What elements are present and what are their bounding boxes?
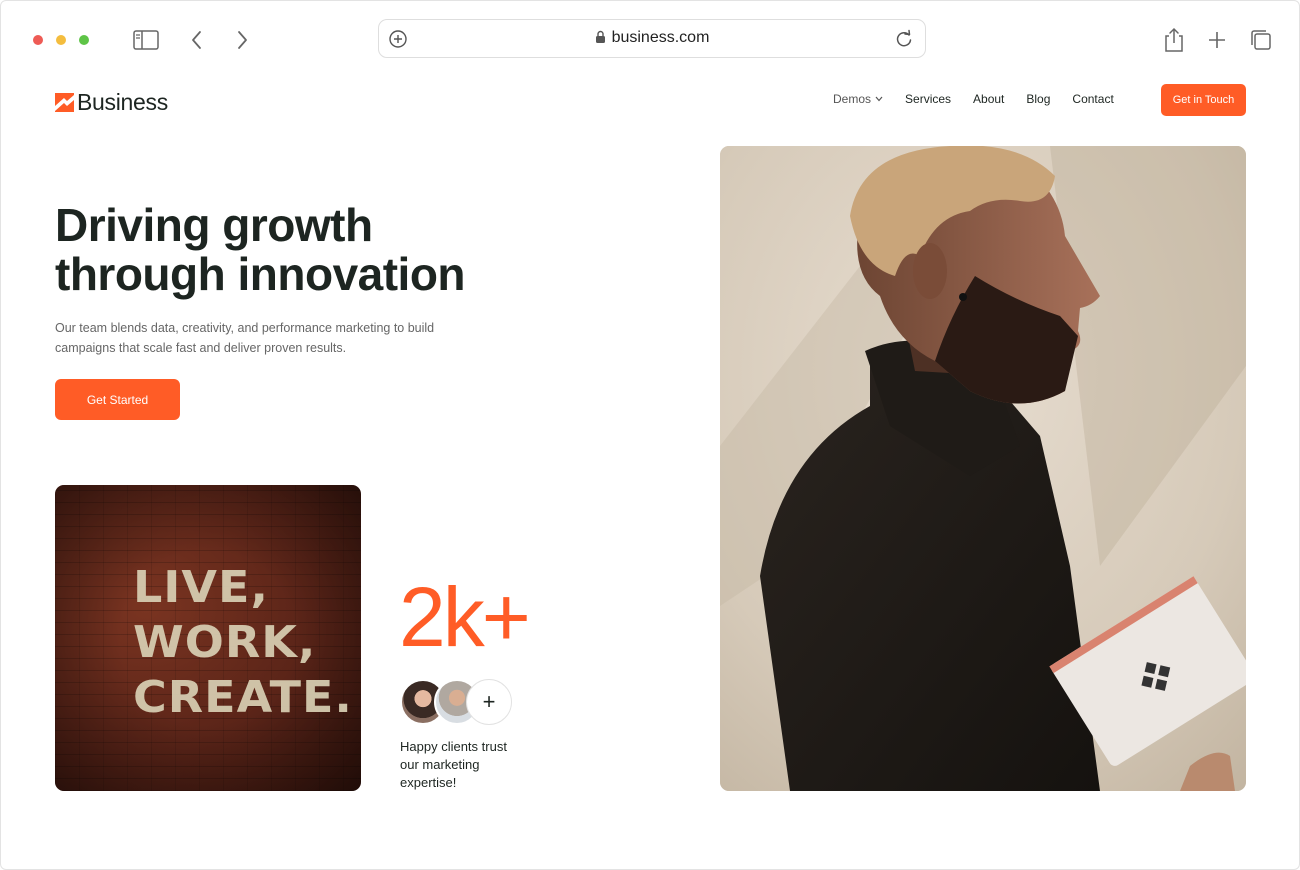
url-display: business.com — [379, 29, 925, 49]
portrait-illustration — [720, 146, 1246, 791]
logo-icon — [55, 92, 74, 112]
nav-item-services[interactable]: Services — [905, 92, 951, 106]
sidebar-icon[interactable] — [131, 25, 161, 55]
tabs-overview-icon[interactable] — [1246, 25, 1276, 55]
stencil-text-line1: LIVE, — [133, 561, 269, 613]
hero-subtitle-line2: campaigns that scale fast and deliver pr… — [55, 341, 347, 355]
clients-caption-line3: expertise! — [400, 775, 457, 790]
hero-title-line1: Driving growth — [55, 199, 373, 251]
get-started-button[interactable]: Get Started — [55, 379, 180, 420]
new-tab-icon[interactable] — [1202, 25, 1232, 55]
hero-portrait-image — [720, 146, 1246, 791]
clients-caption: Happy clients trust our marketing expert… — [400, 738, 530, 792]
logo-text: Business — [77, 88, 168, 115]
forward-icon[interactable] — [227, 25, 257, 55]
nav-item-contact[interactable]: Contact — [1072, 92, 1113, 106]
url-text: business.com — [611, 29, 710, 46]
hero-title: Driving growth through innovation — [55, 201, 515, 299]
minimize-window-button[interactable] — [56, 35, 66, 45]
stencil-text-line3: CREATE. — [133, 671, 353, 723]
close-window-button[interactable] — [33, 35, 43, 45]
share-icon[interactable] — [1159, 25, 1189, 55]
zoom-window-button[interactable] — [79, 35, 89, 45]
main-nav: Demos Services About Blog Contact — [833, 92, 1136, 106]
site-logo[interactable]: Business — [55, 87, 168, 117]
reload-icon[interactable] — [895, 29, 913, 54]
hero-subtitle-line1: Our team blends data, creativity, and pe… — [55, 321, 435, 335]
clients-caption-line2: our marketing — [400, 757, 480, 772]
back-icon[interactable] — [182, 25, 212, 55]
clients-caption-line1: Happy clients trust — [400, 739, 507, 754]
hero-subtitle: Our team blends data, creativity, and pe… — [55, 318, 465, 358]
live-work-create-image: LIVE, WORK, CREATE. — [55, 485, 361, 791]
more-clients-avatar[interactable]: + — [466, 679, 512, 725]
lock-icon — [595, 30, 606, 49]
get-in-touch-button[interactable]: Get in Touch — [1161, 84, 1246, 116]
browser-toolbar: business.com — [1, 1, 1299, 71]
hero-title-line2: through innovation — [55, 248, 466, 300]
nav-item-blog[interactable]: Blog — [1026, 92, 1050, 106]
address-bar[interactable]: business.com — [378, 19, 926, 58]
clients-count: 2k+ — [399, 570, 531, 664]
browser-window: business.com Business Demos Services Abo… — [0, 0, 1300, 870]
stencil-text-line2: WORK, — [133, 616, 317, 668]
nav-item-about[interactable]: About — [973, 92, 1004, 106]
nav-item-demos-label: Demos — [833, 92, 872, 106]
nav-item-demos[interactable]: Demos — [833, 92, 883, 106]
chevron-down-icon — [875, 96, 883, 102]
